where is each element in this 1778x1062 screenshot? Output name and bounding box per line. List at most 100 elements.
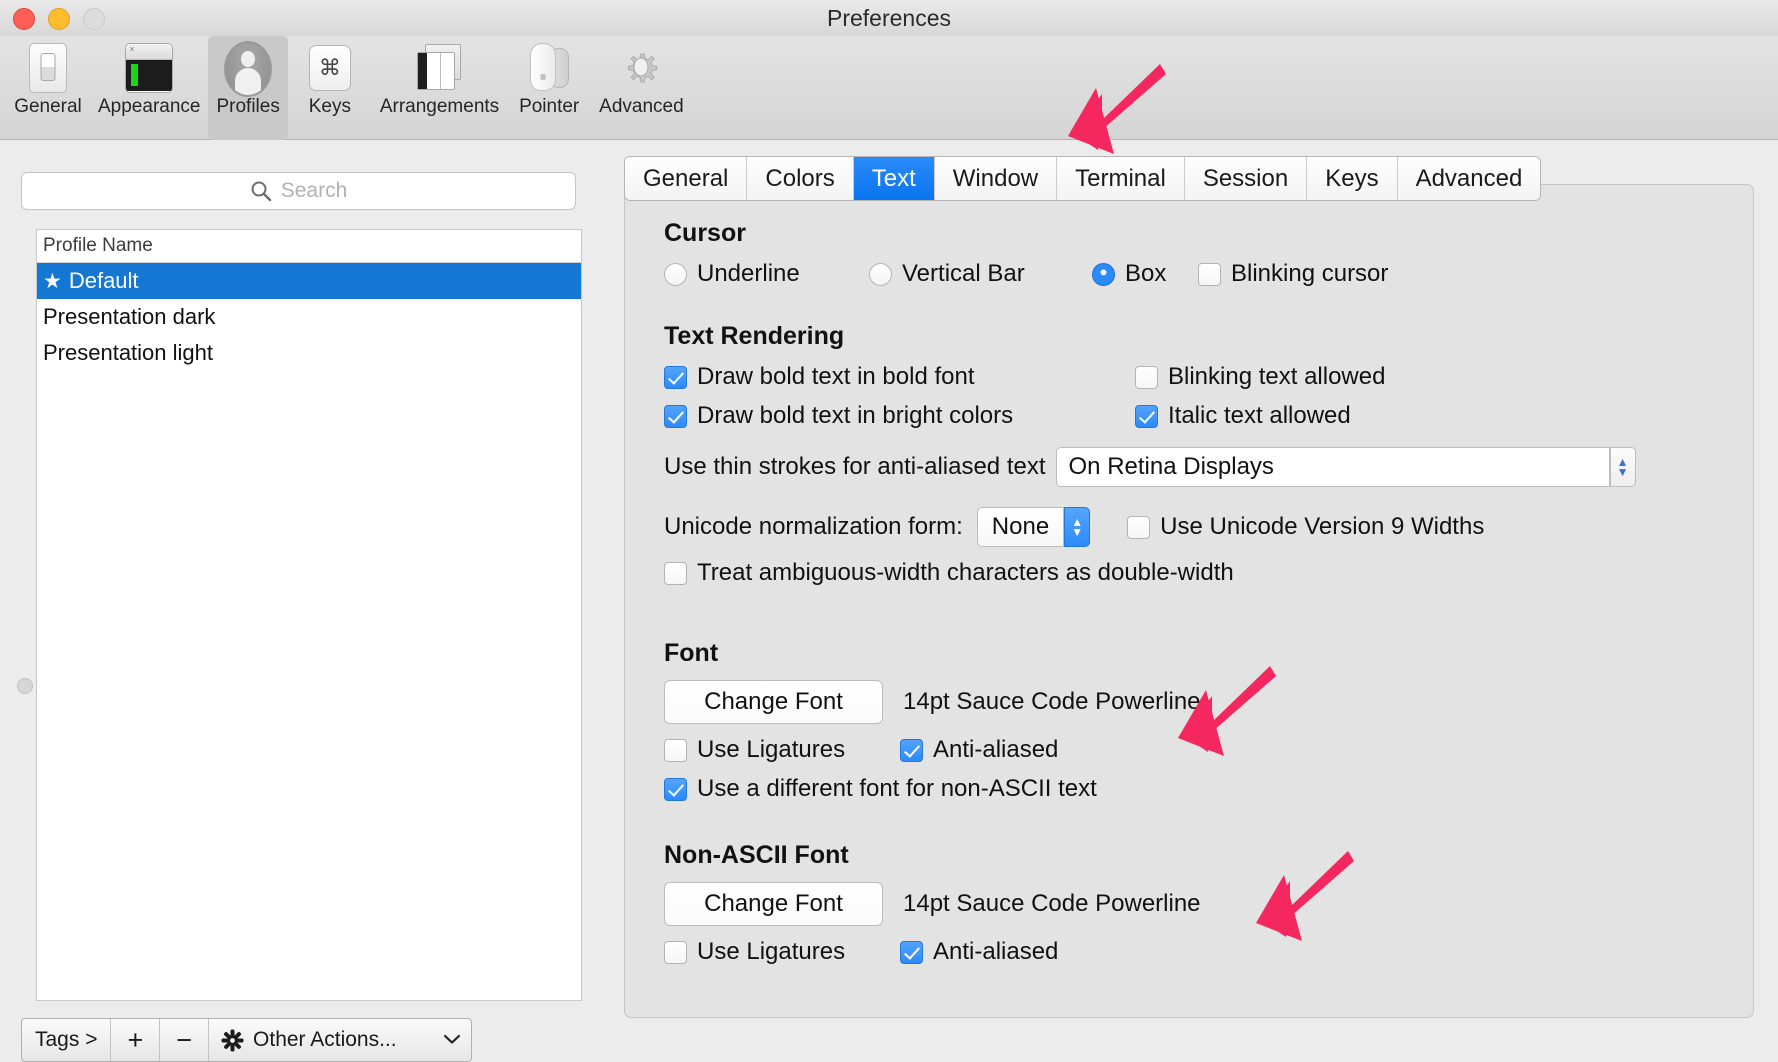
use-different-font-for-non-ascii-checkbox[interactable]: Use a different font for non-ASCII text (664, 775, 1755, 803)
non-ascii-font-section-title: Non-ASCII Font (664, 841, 1755, 870)
checkbox-icon (900, 739, 923, 762)
toolbar-label-profiles: Profiles (216, 96, 279, 118)
checkbox-icon (900, 941, 923, 964)
unicode-version-9-widths-checkbox[interactable]: Use Unicode Version 9 Widths (1127, 513, 1484, 541)
font-anti-aliased-checkbox[interactable]: Anti-aliased (900, 736, 1058, 764)
thin-strokes-select[interactable]: On Retina Displays (1056, 447, 1610, 487)
cursor-option-label: Box (1125, 260, 1166, 288)
radio-icon (869, 263, 892, 286)
checkbox-icon (664, 366, 687, 389)
appearance-icon: × (123, 40, 175, 94)
checkbox-icon (1135, 405, 1158, 428)
checkbox-label: Draw bold text in bold font (697, 363, 975, 391)
tab-session[interactable]: Session (1185, 157, 1307, 200)
profile-row-presentation-dark[interactable]: Presentation dark (37, 299, 581, 335)
profile-row-label: Presentation light (43, 340, 213, 366)
arrangements-icon (414, 40, 466, 94)
cursor-section-title: Cursor (664, 219, 1755, 248)
tab-advanced[interactable]: Advanced (1398, 157, 1541, 200)
radio-icon (664, 263, 687, 286)
blinking-cursor-checkbox[interactable]: Blinking cursor (1198, 260, 1388, 288)
checkbox-icon (1127, 516, 1150, 539)
toolbar-label-general: General (14, 96, 82, 118)
toolbar-item-keys[interactable]: ⌘ Keys (288, 36, 372, 121)
checkbox-icon (1135, 366, 1158, 389)
draw-bold-text-in-bold-font-checkbox[interactable]: Draw bold text in bold font (664, 363, 1135, 391)
toolbar-label-advanced: Advanced (599, 96, 684, 118)
change-font-button[interactable]: Change Font (664, 680, 883, 724)
checkbox-label: Use Unicode Version 9 Widths (1160, 513, 1484, 541)
pointer-icon (523, 40, 575, 94)
profile-row-presentation-light[interactable]: Presentation light (37, 335, 581, 371)
blinking-cursor-label: Blinking cursor (1231, 260, 1388, 288)
text-settings-content: Cursor Underline Vertical Bar Box Blinki… (625, 185, 1755, 1019)
checkbox-label: Blinking text allowed (1168, 363, 1385, 391)
profile-row-label: Default (69, 268, 139, 294)
cursor-option-label: Underline (697, 260, 800, 288)
tab-general[interactable]: General (625, 157, 747, 200)
toolbar-item-appearance[interactable]: × Appearance (90, 36, 208, 121)
tab-text[interactable]: Text (854, 157, 935, 200)
thin-strokes-stepper[interactable]: ▲ ▼ (1610, 447, 1636, 487)
toolbar-item-general[interactable]: General (6, 36, 90, 121)
draw-bold-text-in-bright-colors-checkbox[interactable]: Draw bold text in bright colors (664, 402, 1135, 430)
thin-strokes-value: On Retina Displays (1069, 453, 1274, 481)
gear-icon (221, 1029, 244, 1052)
settings-tab-box: Cursor Underline Vertical Bar Box Blinki… (624, 184, 1754, 1018)
other-actions-menu[interactable]: Other Actions... (209, 1019, 471, 1061)
blinking-text-allowed-checkbox[interactable]: Blinking text allowed (1135, 363, 1385, 391)
profile-row-default[interactable]: ★ Default (37, 263, 581, 299)
toolbar-label-appearance: Appearance (98, 96, 200, 118)
tab-keys[interactable]: Keys (1307, 157, 1397, 200)
non-ascii-change-font-button[interactable]: Change Font (664, 882, 883, 926)
title-bar: Preferences (0, 0, 1778, 36)
settings-tab-bar: General Colors Text Window Terminal Sess… (624, 156, 1541, 201)
toolbar-item-profiles[interactable]: Profiles (208, 36, 287, 140)
non-ascii-use-ligatures-checkbox[interactable]: Use Ligatures (664, 938, 900, 966)
profiles-icon (222, 40, 274, 94)
checkbox-icon (1198, 263, 1221, 286)
unicode-normalization-label: Unicode normalization form: (664, 513, 963, 541)
checkbox-icon (664, 941, 687, 964)
text-rendering-section-title: Text Rendering (664, 322, 1755, 351)
tab-terminal[interactable]: Terminal (1057, 157, 1185, 200)
profile-list[interactable]: Profile Name ★ Default Presentation dark… (36, 229, 582, 1001)
checkbox-label: Italic text allowed (1168, 402, 1351, 430)
chevron-down-icon: ▼ (1071, 527, 1083, 537)
profiles-sidebar: Search Profile Name ★ Default Presentati… (0, 141, 596, 1058)
font-section-title: Font (664, 639, 1755, 668)
profile-row-label: Presentation dark (43, 304, 215, 330)
italic-text-allowed-checkbox[interactable]: Italic text allowed (1135, 402, 1351, 430)
star-icon: ★ (43, 269, 62, 294)
checkbox-label: Use Ligatures (697, 736, 845, 764)
profile-actions-bar: Tags > + − Other Actions... (21, 1018, 472, 1062)
cursor-radio-underline[interactable]: Underline (664, 260, 869, 288)
checkbox-label: Anti-aliased (933, 938, 1058, 966)
cursor-radio-box[interactable]: Box (1092, 260, 1198, 288)
toolbar-item-advanced[interactable]: Advanced (591, 36, 692, 121)
radio-icon (1092, 263, 1115, 286)
toolbar-item-pointer[interactable]: Pointer (507, 36, 591, 121)
font-use-ligatures-checkbox[interactable]: Use Ligatures (664, 736, 900, 764)
search-input[interactable]: Search (21, 172, 576, 210)
gear-icon (615, 40, 667, 94)
tab-window[interactable]: Window (935, 157, 1057, 200)
checkbox-icon (664, 739, 687, 762)
pane-divider-handle[interactable] (17, 678, 33, 694)
thin-strokes-label: Use thin strokes for anti-aliased text (664, 453, 1046, 481)
profile-list-header: Profile Name (37, 230, 581, 263)
remove-profile-button[interactable]: − (160, 1019, 209, 1061)
search-icon (250, 180, 272, 202)
tags-button[interactable]: Tags > (22, 1019, 111, 1061)
toolbar-label-arrangements: Arrangements (380, 96, 499, 118)
add-profile-button[interactable]: + (111, 1019, 160, 1061)
ambiguous-width-checkbox[interactable]: Treat ambiguous-width characters as doub… (664, 559, 1755, 587)
unicode-normalization-stepper[interactable]: ▲ ▼ (1064, 507, 1090, 547)
tab-colors[interactable]: Colors (747, 157, 853, 200)
cursor-radio-vertical-bar[interactable]: Vertical Bar (869, 260, 1092, 288)
checkbox-label: Draw bold text in bright colors (697, 402, 1013, 430)
non-ascii-anti-aliased-checkbox[interactable]: Anti-aliased (900, 938, 1058, 966)
toolbar-item-arrangements[interactable]: Arrangements (372, 36, 507, 121)
checkbox-label: Use Ligatures (697, 938, 845, 966)
unicode-normalization-select[interactable]: None (977, 507, 1064, 547)
